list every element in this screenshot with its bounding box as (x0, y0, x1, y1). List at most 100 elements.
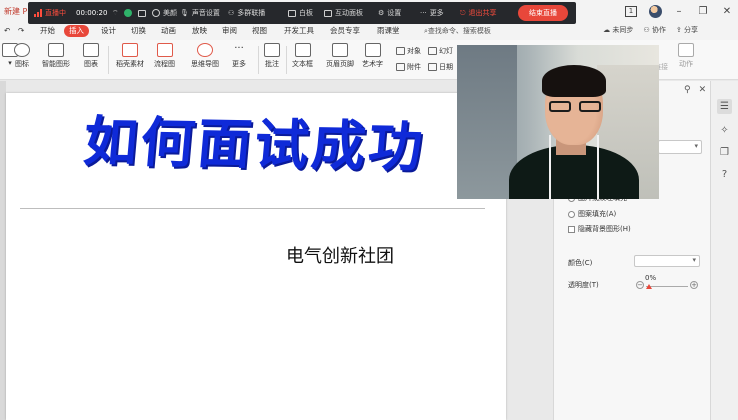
pattern-fill-radio[interactable] (568, 210, 575, 218)
fill-type-select[interactable] (658, 140, 702, 154)
header-footer-icon (332, 43, 348, 57)
art-text-button[interactable]: 艺术字 (362, 43, 383, 69)
icons-icon (14, 43, 30, 57)
transparency-slider[interactable]: − + (636, 281, 698, 293)
gear-icon: ⚙ (378, 9, 385, 17)
close-icon[interactable]: ✕ (699, 85, 707, 95)
menu-right-actions: ☁ 未同步 ⚇ 协作 ⇪ 分享 (603, 25, 698, 35)
attachment-icon (396, 63, 405, 71)
flowchart-icon (156, 43, 173, 57)
tab-rain-classroom[interactable]: 雨课堂 (377, 25, 400, 37)
close-window-button[interactable]: ✕ (720, 4, 734, 18)
user-avatar-icon (648, 4, 662, 18)
tab-member[interactable]: 会员专享 (330, 25, 360, 37)
tab-design[interactable]: 设计 (101, 25, 116, 37)
animation-pane-icon[interactable]: ✧ (717, 123, 732, 138)
sync-button[interactable]: ☁ 未同步 (603, 25, 633, 35)
tab-slideshow[interactable]: 放映 (192, 25, 207, 37)
audio-settings-button[interactable]: 🎙 声音设置 (180, 2, 220, 24)
ribbon-divider (286, 46, 287, 74)
beauty-button[interactable]: 美颜 (152, 2, 177, 24)
exit-share-icon: ⎋ (460, 8, 466, 17)
slide-number-icon (428, 47, 437, 55)
whiteboard-button[interactable]: 白板 (288, 2, 313, 24)
icons-button[interactable]: 图标 (14, 43, 30, 69)
decrease-transparency-button[interactable]: − (636, 281, 644, 289)
slide-subtitle[interactable]: 电气创新社团 (286, 242, 394, 268)
network-icon: ⌔ (112, 8, 119, 17)
undo-icon[interactable]: ↶ (4, 25, 10, 37)
tab-animation[interactable]: 动画 (161, 25, 176, 37)
webcam-video[interactable] (457, 45, 659, 199)
more-button[interactable]: ··· 更多 (231, 43, 247, 69)
collab-button[interactable]: ⚇ 协作 (643, 25, 666, 35)
end-live-button[interactable]: 结束直播 (518, 5, 568, 21)
date-icon (428, 63, 437, 71)
action-button[interactable]: 动作 (678, 43, 694, 69)
chart-icon (83, 43, 99, 57)
slide-title[interactable]: 如何面试成功 (17, 96, 493, 183)
object-icon (396, 47, 405, 55)
command-search[interactable]: ⌕查找命令、搜索模板 (424, 26, 491, 36)
earphone-cable (549, 135, 551, 199)
slider-track[interactable] (646, 286, 688, 287)
more-icon: ··· (420, 9, 427, 17)
chart-button[interactable]: 图表 (83, 43, 99, 69)
object-button[interactable]: 对象 (396, 46, 421, 56)
more-options-button[interactable]: ··· 更多 (420, 2, 444, 24)
restore-button[interactable]: ❐ (696, 4, 710, 18)
settings-button[interactable]: ⚙ 设置 (378, 2, 401, 24)
slide-divider-line (20, 208, 485, 209)
mindmap-icon (197, 43, 213, 57)
beauty-icon (152, 9, 160, 17)
action-icon (678, 43, 694, 57)
minimize-button[interactable]: – (672, 4, 686, 18)
chat-icon (324, 9, 332, 17)
tab-view[interactable]: 视图 (252, 25, 267, 37)
slide-layout-icon[interactable]: ❐ (717, 145, 732, 160)
tab-developer[interactable]: 开发工具 (284, 25, 314, 37)
camera-status-icon[interactable] (124, 2, 132, 24)
hide-background-option[interactable]: 隐藏背景图形(H) (568, 224, 631, 234)
comment-icon (264, 43, 280, 57)
avatar[interactable] (648, 4, 662, 18)
panel-header-controls: ⚲ ✕ (684, 85, 706, 95)
webcam-background (457, 45, 517, 199)
live-status: 直播中 (34, 2, 66, 24)
hide-background-checkbox[interactable] (568, 225, 575, 233)
attachment-button[interactable]: 附件 (396, 62, 421, 72)
date-button[interactable]: 日期 (428, 62, 453, 72)
textbox-button[interactable]: 文本框 (292, 43, 313, 69)
user-icon: ⚇ (228, 9, 235, 17)
tab-review[interactable]: 审阅 (222, 25, 237, 37)
whiteboard-icon (288, 9, 296, 17)
tab-transition[interactable]: 切换 (131, 25, 146, 37)
assets-icon (122, 43, 138, 57)
page-toggle-button[interactable]: 1 (624, 4, 638, 18)
smart-shape-button[interactable]: 智能图形 (42, 43, 70, 69)
color-select[interactable] (634, 255, 700, 267)
interactive-panel-button[interactable]: 互动面板 (324, 2, 363, 24)
window-controls: 1 – ❐ ✕ (624, 2, 734, 20)
properties-icon[interactable]: ☰ (717, 99, 732, 114)
tab-start[interactable]: 开始 (40, 25, 55, 37)
comment-button[interactable]: 批注 (264, 43, 280, 69)
multi-link-button[interactable]: ⚇ 多群联播 (228, 2, 265, 24)
help-icon[interactable]: ? (717, 167, 732, 182)
assets-button[interactable]: 稻壳素材 (116, 43, 144, 69)
redo-icon[interactable]: ↷ (18, 25, 24, 37)
flowchart-button[interactable]: 流程图 (154, 43, 175, 69)
header-footer-button[interactable]: 页眉页脚 (326, 43, 354, 69)
increase-transparency-button[interactable]: + (690, 281, 698, 289)
tab-insert[interactable]: 插入 (64, 25, 89, 37)
pin-icon[interactable]: ⚲ (684, 85, 691, 95)
slide-number-button[interactable]: 幻灯 (428, 46, 453, 56)
mindmap-button[interactable]: 思维导图 (191, 43, 219, 69)
share-button[interactable]: ⇪ 分享 (676, 25, 698, 35)
pattern-fill-option[interactable]: 图案填充(A) (568, 209, 616, 219)
exit-share-button[interactable]: ⎋ 退出共享 (460, 2, 497, 24)
slider-handle[interactable] (646, 284, 652, 289)
camera-icon[interactable] (138, 2, 146, 24)
color-label: 颜色(C) (568, 259, 593, 267)
ribbon-divider (108, 46, 109, 74)
